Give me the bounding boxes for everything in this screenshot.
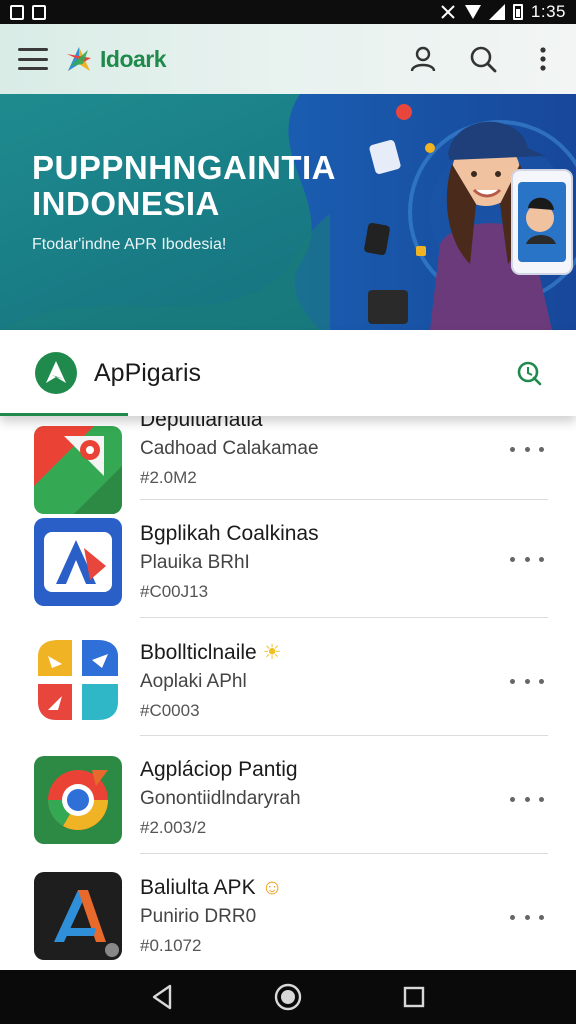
- app-subtitle: Plauika BRhI: [140, 552, 250, 573]
- wifi-icon: [464, 5, 481, 19]
- list-item[interactable]: Bbollticlnaile ☀ Aoplaki APhl #C0003: [0, 618, 576, 736]
- app-icon-chrome-like: [34, 756, 122, 844]
- category-logo-icon: [35, 352, 77, 394]
- status-bar: 1:35: [0, 0, 576, 24]
- app-name: Baliulta APK: [140, 876, 256, 899]
- notification-icon: [10, 4, 24, 20]
- app-subtitle: Cadhoad Calakamae: [140, 438, 319, 459]
- signal-icon: [488, 4, 505, 20]
- more-options-icon[interactable]: [510, 792, 544, 806]
- banner-title-line1: PUPPNHNGAINTIA: [32, 149, 337, 186]
- refresh-search-icon[interactable]: [516, 360, 542, 386]
- sun-emoji-icon: ☀: [262, 641, 282, 664]
- category-tab-indicator: [0, 413, 128, 416]
- account-icon[interactable]: [408, 44, 438, 74]
- app-icon-blue-a: [34, 518, 122, 606]
- app-subtitle: Gonontiidlndaryrah: [140, 788, 301, 809]
- app-list: Depuitianatia Cadhoad Calakamae #2.0M2 B…: [0, 416, 576, 970]
- list-item[interactable]: Agpláciop Pantig Gonontiidlndaryrah #2.0…: [0, 736, 576, 854]
- more-options-icon[interactable]: [510, 910, 544, 924]
- list-item[interactable]: Depuitianatia Cadhoad Calakamae #2.0M2: [0, 416, 576, 514]
- more-options-icon[interactable]: [510, 442, 544, 456]
- app-name: Depuitianatia: [140, 416, 263, 431]
- more-options-icon[interactable]: [510, 674, 544, 688]
- vibrate-icon: [441, 5, 455, 19]
- banner-title-line2: INDONESIA: [32, 185, 220, 222]
- smile-emoji-icon: ☺: [261, 876, 283, 899]
- app-bar: Idoark: [0, 24, 576, 94]
- image-notification-icon: [32, 4, 46, 20]
- status-time: 1:35: [530, 2, 566, 21]
- menu-icon[interactable]: [18, 48, 48, 70]
- app-icon-colorful: [34, 636, 122, 724]
- app-name: Agpláciop Pantig: [140, 758, 298, 781]
- list-item[interactable]: Baliulta APK ☺ Punirio DRR0 #0.1072: [0, 854, 576, 970]
- battery-icon: [512, 4, 523, 20]
- app-meta: #C00J13: [140, 582, 209, 601]
- promo-banner[interactable]: PUPPNHNGAINTIA INDONESIA Ftodar'indne AP…: [0, 94, 576, 330]
- category-header: ApPigaris: [0, 330, 576, 416]
- brand-logo-icon: [67, 47, 91, 71]
- more-vert-icon[interactable]: [528, 44, 558, 74]
- system-nav-bar: [0, 970, 576, 1024]
- app-meta: #2.0M2: [140, 468, 197, 487]
- app-name: Bbollticlnaile: [140, 641, 257, 664]
- list-item[interactable]: Bgplikah Coalkinas Plauika BRhI #C00J13: [0, 500, 576, 618]
- app-subtitle: Aoplaki APhl: [140, 671, 247, 692]
- search-icon[interactable]: [468, 44, 498, 74]
- recents-icon[interactable]: [402, 985, 426, 1009]
- brand-name: Idoark: [100, 45, 167, 72]
- app-meta: #2.003/2: [140, 818, 207, 837]
- back-icon[interactable]: [150, 984, 174, 1010]
- category-title: ApPigaris: [94, 358, 201, 387]
- app-meta: #C0003: [140, 701, 200, 720]
- banner-subtitle: Ftodar'indne APR Ibodesia!: [32, 236, 227, 253]
- app-subtitle: Punirio DRR0: [140, 906, 257, 927]
- app-name: Bgplikah Coalkinas: [140, 522, 319, 545]
- app-icon-dark-a: [34, 872, 122, 960]
- app-meta: #0.1072: [140, 936, 202, 955]
- more-options-icon[interactable]: [510, 552, 544, 566]
- home-icon[interactable]: [273, 982, 303, 1012]
